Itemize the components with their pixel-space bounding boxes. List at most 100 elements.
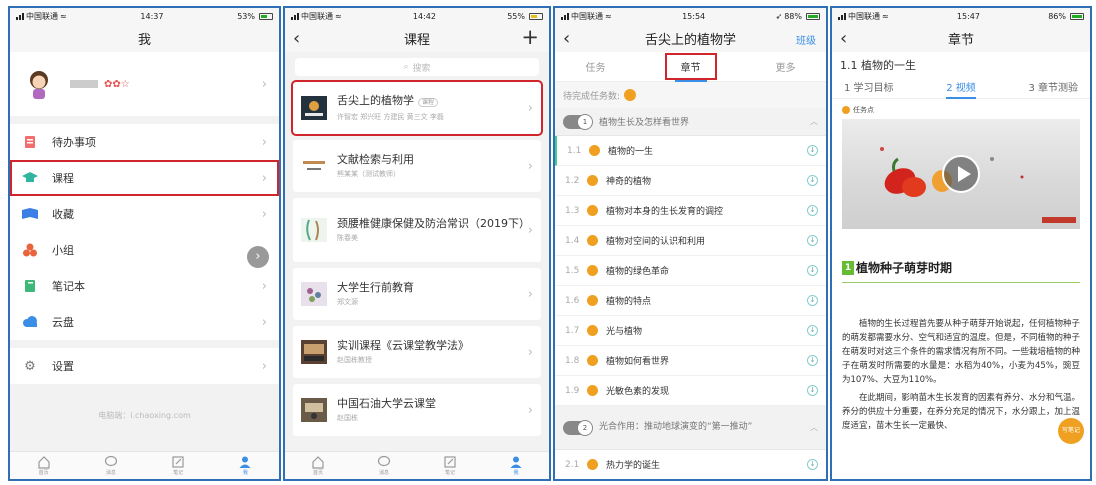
lesson-item[interactable]: 1.2 神奇的植物 ↓ (555, 166, 826, 196)
menu-item-notebook[interactable]: 笔记本 › (10, 268, 279, 304)
course-item[interactable]: 文献检索与利用 熊某某（测试教师） › (293, 140, 541, 192)
tab-bar: 首页 消息 笔记 我 (10, 451, 279, 479)
tab-quiz[interactable]: 3 章节测验 (1028, 79, 1078, 94)
battery-level: 53% (237, 11, 255, 21)
task-dot-icon (587, 265, 598, 276)
course-item[interactable]: 大学生行前教育 郑文源 › (293, 268, 541, 320)
lesson-item[interactable]: 1.4 植物对空间的认识和利用 ↓ (555, 226, 826, 256)
chevron-right-icon: › (261, 76, 267, 92)
download-icon[interactable]: ↓ (807, 175, 818, 186)
class-link[interactable]: 班级 (796, 32, 816, 47)
tab-notes[interactable]: 笔记 (171, 455, 185, 476)
task-dot-icon (587, 325, 598, 336)
lesson-item[interactable]: 1.3 植物对本身的生长发育的调控 ↓ (555, 196, 826, 226)
lesson-item[interactable]: 1.1 植物的一生 ↓ (555, 136, 826, 166)
back-icon[interactable]: ‹ (293, 28, 300, 49)
status-bar: 中国联通 ≈ 15:54 ➶ 88% (555, 8, 826, 24)
download-icon[interactable]: ↓ (807, 459, 818, 470)
lesson-item[interactable]: 1.6 植物的特点 ↓ (555, 286, 826, 316)
tab-me[interactable]: 我 (509, 455, 523, 476)
note-edit-icon (172, 456, 184, 468)
tab-objectives[interactable]: 1 学习目标 (844, 79, 894, 94)
task-dot-icon (589, 145, 600, 156)
tab-notes[interactable]: 笔记 (443, 455, 457, 476)
lesson-item[interactable]: 2.1 热力学的诞生 ↓ (555, 450, 826, 479)
lesson-item[interactable]: 1.5 植物的绿色革命 ↓ (555, 256, 826, 286)
page-title: 舌尖上的植物学 (644, 32, 736, 48)
menu-item-cloud[interactable]: 云盘 › (10, 304, 279, 340)
gear-icon: ⚙ (24, 358, 36, 374)
page-title: 章节 (947, 32, 974, 48)
chapter-screen: 中国联通 ≈ 15:47 86% ‹ 章节 1.1 植物的一生 1 学习目标 2… (830, 6, 1092, 481)
course-thumbnail (301, 154, 327, 178)
write-note-button[interactable]: 写笔记 (1058, 418, 1084, 444)
download-icon[interactable]: ↓ (807, 205, 818, 216)
tab-chapters[interactable]: 章节 (664, 53, 717, 82)
course-item[interactable]: 实训课程《云课堂教学法》 赵国栋教授 › (293, 326, 541, 378)
download-icon[interactable]: ↓ (807, 235, 818, 246)
download-icon[interactable]: ↓ (807, 145, 818, 156)
person-icon (510, 456, 522, 468)
clock: 14:37 (140, 11, 164, 21)
cloud-icon (22, 314, 38, 330)
course-thumbnail (301, 96, 327, 120)
back-icon[interactable]: ‹ (563, 28, 570, 49)
menu-item-courses[interactable]: 课程 › (10, 160, 279, 196)
chat-bubble-icon (104, 455, 117, 467)
tab-home[interactable]: 首页 (37, 455, 51, 476)
person-icon (239, 456, 251, 468)
download-icon[interactable]: ↓ (807, 355, 818, 366)
chat-bubble-icon (377, 455, 391, 467)
courses-screen: 中国联通 ≈ 14:42 55% ‹ 课程 + ⌕ 搜索 舌尖上的植物学 课程 许智… (283, 6, 551, 481)
home-icon (312, 456, 324, 469)
tab-messages[interactable]: 消息 (377, 455, 391, 476)
play-icon[interactable] (942, 155, 980, 193)
course-item[interactable]: 中国石油大学云课堂 赵国栋 › (293, 384, 541, 436)
menu-item-settings[interactable]: ⚙ 设置 › (10, 348, 279, 384)
course-thumbnail (301, 218, 327, 242)
download-icon[interactable]: ↓ (807, 385, 818, 396)
menu-item-favorites[interactable]: 收藏 › (10, 196, 279, 232)
task-point-label: 任务点 (832, 99, 1090, 119)
download-icon[interactable]: ↓ (807, 325, 818, 336)
chevron-up-icon: ︿ (810, 117, 818, 126)
download-icon[interactable]: ↓ (807, 265, 818, 276)
battery-level: 88% (784, 11, 802, 21)
search-input[interactable]: ⌕ 搜索 (295, 58, 539, 76)
floating-arrow-button[interactable]: › (247, 246, 269, 268)
tab-video[interactable]: 2 视频 (946, 79, 976, 99)
tab-more[interactable]: 更多 (776, 59, 796, 74)
section-toggle[interactable]: 1 (563, 113, 593, 130)
notebook-icon (22, 278, 38, 294)
chevron-right-icon: › (527, 222, 533, 238)
add-icon[interactable]: + (521, 25, 539, 49)
tab-me[interactable]: 我 (238, 455, 252, 476)
lesson-item[interactable]: 1.7 光与植物 ↓ (555, 316, 826, 346)
video-player[interactable] (842, 119, 1080, 229)
course-item[interactable]: 颈腰椎健康保健及防治常识（2019下） 陈春美 › (293, 198, 541, 262)
task-dot-icon (842, 106, 850, 114)
chevron-right-icon: › (261, 206, 267, 222)
wifi-icon: ≈ (882, 11, 889, 21)
section-toggle[interactable]: 2 (563, 419, 593, 436)
tab-tasks[interactable]: 任务 (586, 59, 606, 74)
battery-level: 86% (1048, 11, 1066, 21)
battery-icon (258, 12, 273, 20)
section-header[interactable]: 2 光合作用：推动地球演变的“第一推动” ︿ (555, 406, 826, 450)
tab-messages[interactable]: 消息 (104, 455, 118, 476)
course-item[interactable]: 舌尖上的植物学 课程 许智宏 郑兴旺 方建民 黄三文 李磊 › (291, 80, 543, 136)
lesson-item[interactable]: 1.9 光敏色素的发现 ↓ (555, 376, 826, 406)
chevron-right-icon: › (527, 158, 533, 174)
back-icon[interactable]: ‹ (840, 28, 847, 49)
section-header[interactable]: 1 植物生长及怎样看世界 ︿ (555, 108, 826, 136)
task-dot-icon (587, 235, 598, 246)
download-icon[interactable]: ↓ (807, 295, 818, 306)
profile-row[interactable]: ✿✿☆ › (10, 52, 279, 116)
task-dot-icon (587, 355, 598, 366)
lesson-item[interactable]: 1.8 植物如何看世界 ↓ (555, 346, 826, 376)
menu-item-group[interactable]: 小组› (10, 232, 279, 268)
menu-item-todo[interactable]: 待办事项 › (10, 124, 279, 160)
chevron-up-icon: ︿ (810, 423, 818, 432)
tab-home[interactable]: 首页 (311, 455, 325, 476)
todo-icon (22, 134, 38, 150)
